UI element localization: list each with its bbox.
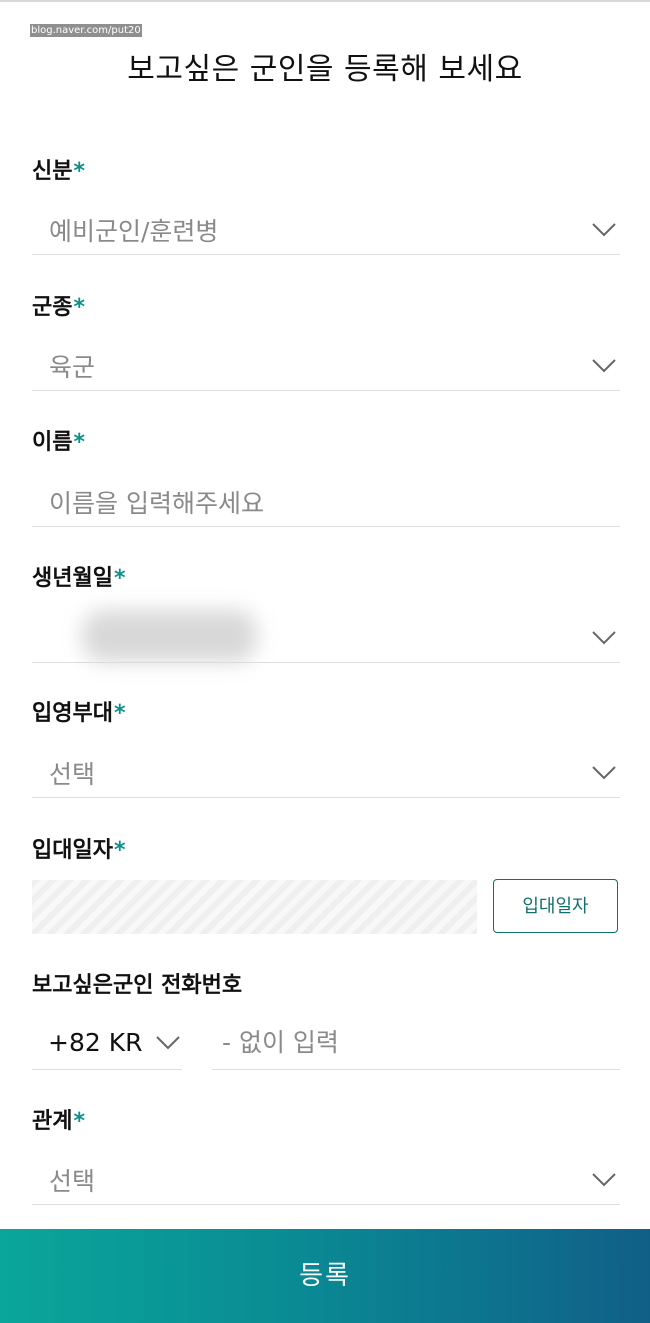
name-input[interactable]: 이름을 입력해주세요 — [32, 482, 620, 527]
relation-value: 선택 — [49, 1167, 96, 1196]
branch-label: 군종* — [32, 295, 85, 320]
branch-select[interactable]: 육군 — [32, 346, 620, 391]
required-mark: * — [113, 566, 126, 591]
branch-value: 육군 — [49, 353, 96, 382]
required-mark: * — [73, 430, 85, 455]
watermark: blog.naver.com/put20 — [30, 24, 142, 37]
birthdate-label: 생년월일* — [32, 566, 126, 591]
chevron-down-icon — [592, 223, 616, 237]
required-mark: * — [73, 159, 85, 184]
status-label: 신분* — [32, 159, 85, 184]
phone-input[interactable]: - 없이 입력 — [212, 1018, 620, 1070]
chevron-down-icon — [592, 631, 616, 645]
chevron-down-icon — [156, 1036, 180, 1050]
required-mark: * — [113, 701, 126, 726]
unit-select[interactable]: 선택 — [32, 753, 620, 798]
unit-label: 입영부대* — [32, 701, 126, 726]
chevron-down-icon — [592, 359, 616, 373]
phone-label: 보고싶은군인 전화번호 — [32, 973, 243, 998]
birthdate-select[interactable] — [32, 610, 620, 663]
name-label: 이름* — [32, 430, 85, 455]
enlist-date-label: 입대일자* — [32, 838, 126, 863]
country-code-value: +82 KR — [48, 1028, 143, 1057]
enlist-date-field — [32, 880, 477, 934]
required-mark: * — [73, 1109, 85, 1134]
top-divider — [0, 0, 650, 2]
required-mark: * — [73, 295, 85, 320]
page-title: 보고싶은 군인을 등록해 보세요 — [127, 52, 523, 87]
relation-label: 관계* — [32, 1109, 85, 1134]
register-button[interactable]: 등록 — [0, 1229, 650, 1323]
country-code-select[interactable]: +82 KR — [32, 1018, 182, 1070]
enlist-date-button[interactable]: 입대일자 — [493, 879, 618, 933]
unit-value: 선택 — [49, 760, 96, 789]
status-value: 예비군인/훈련병 — [49, 217, 219, 246]
chevron-down-icon — [592, 766, 616, 780]
required-mark: * — [113, 838, 126, 863]
status-select[interactable]: 예비군인/훈련병 — [32, 210, 620, 255]
name-placeholder: 이름을 입력해주세요 — [49, 489, 264, 518]
relation-select[interactable]: 선택 — [32, 1160, 620, 1205]
chevron-down-icon — [592, 1173, 616, 1187]
blurred-birthdate — [82, 610, 257, 662]
phone-placeholder: - 없이 입력 — [222, 1028, 339, 1057]
